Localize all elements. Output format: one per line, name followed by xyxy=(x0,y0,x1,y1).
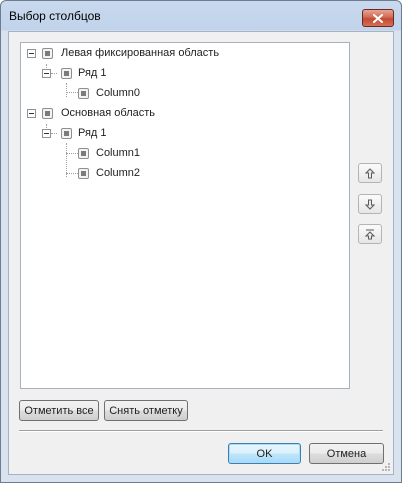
tree-node-label: Основная область xyxy=(61,107,156,119)
tree-node-row[interactable]: Ряд 1 xyxy=(21,125,341,141)
tree-node-label: Ряд 1 xyxy=(78,127,107,139)
tree-node-column[interactable]: Column1 xyxy=(21,145,341,161)
collapse-icon[interactable] xyxy=(27,49,36,58)
tree-node-group-main[interactable]: Основная область xyxy=(21,105,341,121)
clear-selection-button[interactable]: Снять отметку xyxy=(104,400,188,421)
tree-node-label: Column1 xyxy=(96,147,141,159)
tree-checkbox[interactable] xyxy=(42,48,53,59)
tree-checkbox[interactable] xyxy=(78,168,89,179)
tree-node-label: Column2 xyxy=(96,167,141,179)
ok-button[interactable]: OK xyxy=(228,443,301,464)
tree-checkbox[interactable] xyxy=(78,148,89,159)
cancel-button[interactable]: Отмена xyxy=(309,443,384,464)
select-all-button[interactable]: Отметить все xyxy=(19,400,99,421)
tree-checkbox[interactable] xyxy=(42,108,53,119)
tree-node-label: Column0 xyxy=(96,87,141,99)
resize-grip-icon[interactable] xyxy=(381,462,391,472)
collapse-icon[interactable] xyxy=(42,129,51,138)
window-title: Выбор столбцов xyxy=(9,9,101,23)
separator xyxy=(19,430,383,432)
arrow-down-icon xyxy=(365,199,375,210)
arrow-up-top-icon xyxy=(365,229,375,239)
move-up-button[interactable] xyxy=(358,163,382,183)
tree-checkbox[interactable] xyxy=(78,88,89,99)
tree-node-column[interactable]: Column0 xyxy=(21,85,341,101)
dialog-window: Выбор столбцов Левая фиксированная облас… xyxy=(0,0,402,483)
collapse-icon[interactable] xyxy=(27,109,36,118)
tree-checkbox[interactable] xyxy=(61,68,72,79)
close-icon xyxy=(373,13,383,23)
tree-node-row[interactable]: Ряд 1 xyxy=(21,65,341,81)
column-tree[interactable]: Левая фиксированная область Ряд 1 Column… xyxy=(20,42,350,389)
title-bar[interactable]: Выбор столбцов xyxy=(1,1,401,31)
tree-checkbox[interactable] xyxy=(61,128,72,139)
arrow-up-icon xyxy=(365,167,375,178)
tree-node-label: Ряд 1 xyxy=(78,67,107,79)
dialog-client-area: Левая фиксированная область Ряд 1 Column… xyxy=(8,31,394,475)
move-top-button[interactable] xyxy=(358,224,382,244)
tree-node-group-left-fixed[interactable]: Левая фиксированная область xyxy=(21,45,341,61)
tree-node-column[interactable]: Column2 xyxy=(21,165,341,181)
close-button[interactable] xyxy=(362,9,394,27)
move-down-button[interactable] xyxy=(358,194,382,214)
collapse-icon[interactable] xyxy=(42,69,51,78)
tree-node-label: Левая фиксированная область xyxy=(61,47,220,59)
